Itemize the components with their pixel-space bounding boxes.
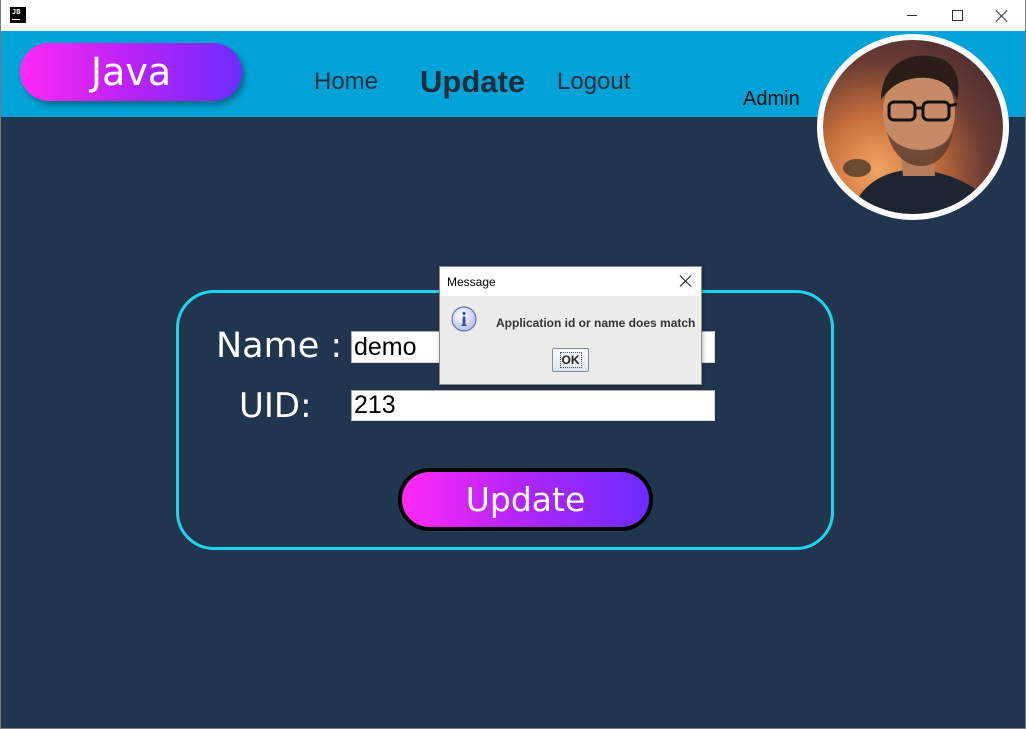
dialog-message: Application id or name does match [496, 316, 696, 330]
brand-logo: Java [20, 43, 242, 101]
user-name: Admin [743, 88, 800, 110]
ok-button-label: OK [559, 352, 582, 368]
close-button[interactable] [979, 0, 1025, 31]
app-window: JB Java Home Update Logout Admin Name: … [0, 0, 1026, 729]
avatar [817, 34, 1009, 220]
uid-label: UID: [239, 386, 312, 426]
app-icon-text: JB [12, 8, 21, 16]
maximize-button[interactable] [934, 0, 980, 31]
title-bar: JB [1, 0, 1025, 32]
message-dialog: Message Application id or name does matc… [439, 266, 702, 385]
nav-update[interactable]: Update [420, 64, 525, 100]
nav-home[interactable]: Home [314, 68, 378, 96]
dialog-close-icon[interactable] [679, 274, 693, 288]
maximize-icon [951, 10, 963, 21]
minimize-icon [907, 15, 917, 16]
ok-button[interactable]: OK [552, 348, 589, 372]
name-label: Name : [216, 326, 343, 366]
info-icon [451, 306, 477, 332]
update-button[interactable]: Update [398, 468, 653, 531]
nav-logout[interactable]: Logout [557, 68, 630, 96]
minimize-button[interactable] [889, 0, 935, 31]
dialog-title-bar: Message [440, 267, 701, 296]
uid-field[interactable] [351, 390, 715, 421]
app-icon: JB [10, 7, 26, 23]
dialog-title: Message [447, 275, 496, 289]
avatar-photo [823, 40, 1003, 214]
close-icon [996, 10, 1008, 22]
